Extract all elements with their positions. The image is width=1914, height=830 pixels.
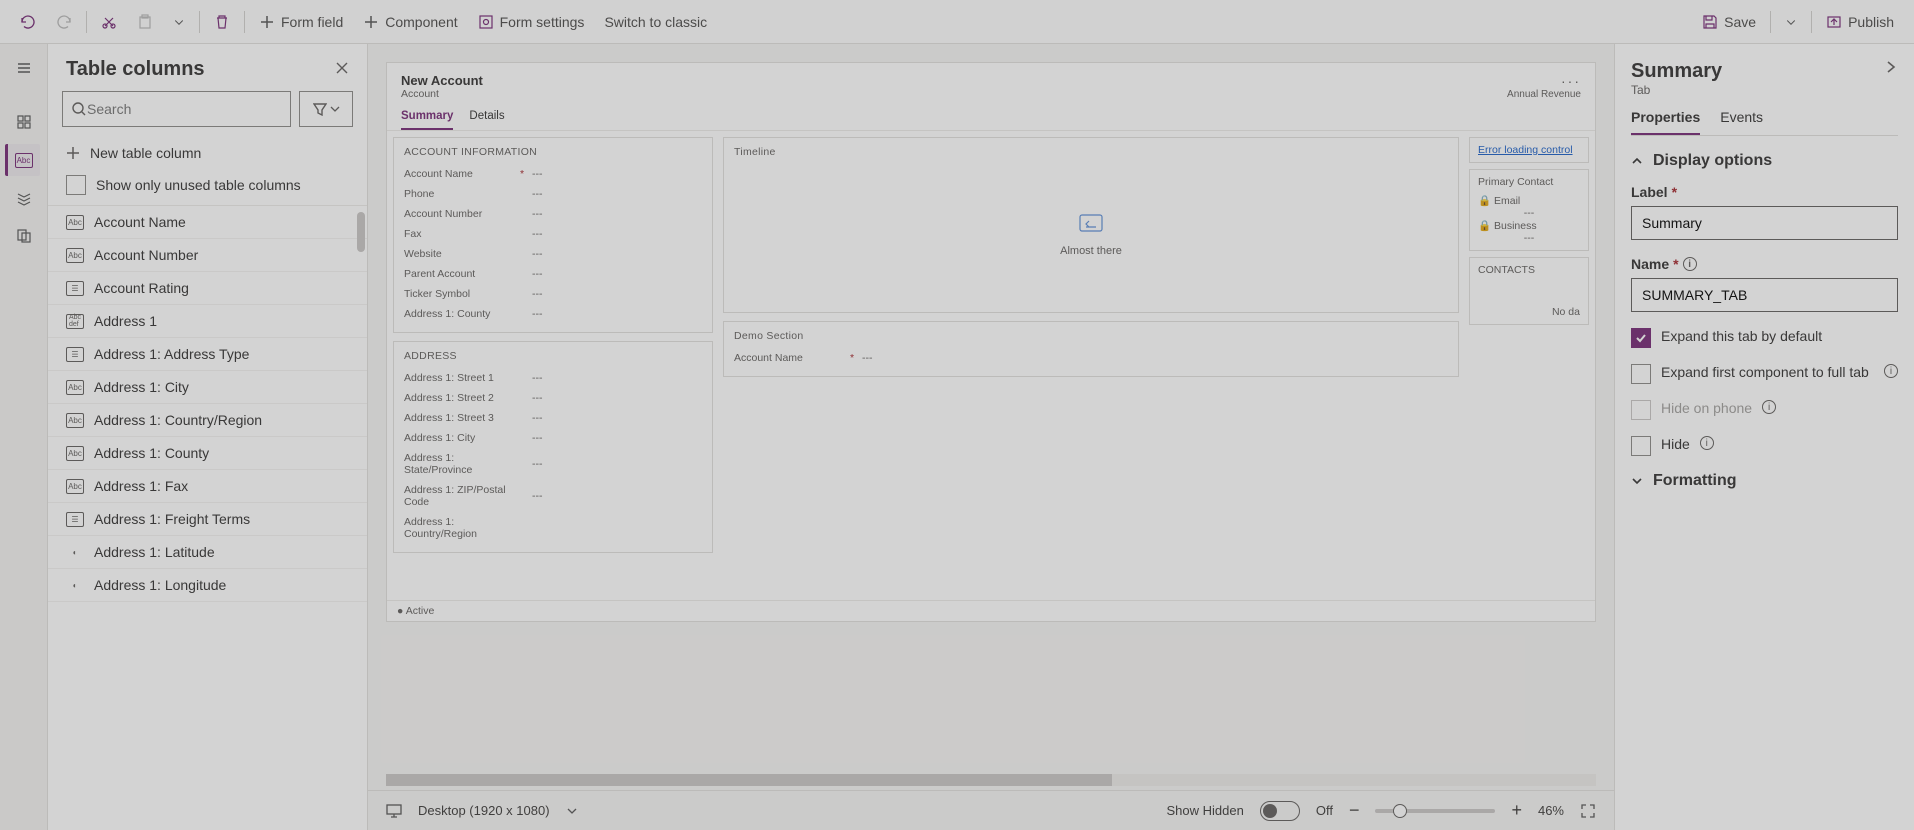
- publish-button[interactable]: Publish: [1816, 8, 1904, 36]
- tab-events[interactable]: Events: [1720, 109, 1763, 135]
- section-address[interactable]: ADDRESS Address 1: Street 1---Address 1:…: [393, 341, 713, 553]
- header-stat: Annual Revenue: [1507, 89, 1581, 100]
- name-input[interactable]: [1631, 278, 1898, 312]
- column-item[interactable]: AbcAccount Number: [48, 239, 367, 272]
- formatting-header[interactable]: Formatting: [1631, 472, 1898, 490]
- expand-full-checkbox[interactable]: Expand first component to full tab i: [1631, 364, 1898, 384]
- column-item[interactable]: ☰Address 1: Address Type: [48, 338, 367, 371]
- left-rail: Abc: [0, 44, 48, 830]
- add-component-button[interactable]: Component: [353, 8, 467, 36]
- filter-icon: [313, 102, 327, 116]
- monitor-icon: [386, 804, 402, 818]
- zoom-value: 46%: [1538, 803, 1564, 818]
- fit-icon[interactable]: [1580, 803, 1596, 819]
- label-input[interactable]: [1631, 206, 1898, 240]
- paste-button[interactable]: [127, 8, 163, 36]
- table-columns-pane: Table columns New table column Show only…: [48, 44, 368, 830]
- column-item[interactable]: AbcAddress 1: County: [48, 437, 367, 470]
- search-icon: [71, 101, 87, 117]
- switch-classic-button[interactable]: Switch to classic: [594, 8, 717, 36]
- canvas-footer: Desktop (1920 x 1080) Show Hidden Off − …: [368, 790, 1614, 830]
- primary-contact-card[interactable]: Primary Contact 🔒 Email --- 🔒 Business -…: [1469, 169, 1589, 251]
- section-account-info[interactable]: ACCOUNT INFORMATION Account Name*---Phon…: [393, 137, 713, 333]
- save-button[interactable]: Save: [1692, 8, 1766, 36]
- components-rail-button[interactable]: [8, 106, 40, 138]
- column-item[interactable]: AbcAddress 1: City: [48, 371, 367, 404]
- unused-only-checkbox[interactable]: Show only unused table columns: [48, 169, 367, 205]
- form-title: New Account: [401, 73, 483, 88]
- tab-properties[interactable]: Properties: [1631, 109, 1700, 135]
- timeline-icon: [1076, 211, 1106, 235]
- form-canvas: New Account Account ··· Annual Revenue S…: [368, 44, 1614, 830]
- close-icon[interactable]: [335, 61, 349, 78]
- zoom-in-button[interactable]: +: [1511, 800, 1522, 821]
- pane-title: Table columns: [66, 58, 205, 81]
- canvas-h-scrollbar[interactable]: [386, 774, 1596, 786]
- zoom-slider[interactable]: [1375, 809, 1495, 813]
- section-demo[interactable]: Demo Section Account Name*---: [723, 321, 1459, 377]
- display-options-header[interactable]: Display options: [1631, 152, 1898, 170]
- error-card[interactable]: Error loading control: [1469, 137, 1589, 163]
- properties-pane: Summary Tab Properties Events Display op…: [1614, 44, 1914, 830]
- column-item[interactable]: AbcAddress 1: Country/Region: [48, 404, 367, 437]
- undo-button[interactable]: [10, 8, 46, 36]
- chevron-down-icon[interactable]: [566, 805, 578, 817]
- chevron-up-icon: [1631, 155, 1643, 167]
- columns-rail-button[interactable]: Abc: [5, 144, 40, 176]
- column-item[interactable]: ☰Address 1: Freight Terms: [48, 503, 367, 536]
- tree-rail-button[interactable]: [8, 182, 40, 214]
- form-entity: Account: [401, 88, 483, 100]
- column-item[interactable]: AbcdefAddress 1: [48, 305, 367, 338]
- chevron-down-icon: [1631, 475, 1643, 487]
- tab-details[interactable]: Details: [469, 110, 504, 130]
- properties-title: Summary: [1631, 60, 1722, 82]
- hamburger-icon[interactable]: [8, 52, 40, 84]
- paste-chevron[interactable]: [163, 8, 195, 36]
- zoom-out-button[interactable]: −: [1349, 800, 1360, 821]
- hide-on-phone-checkbox: Hide on phone i: [1631, 400, 1898, 420]
- column-item[interactable]: AbcAddress 1: Fax: [48, 470, 367, 503]
- form-settings-button[interactable]: Form settings: [468, 8, 595, 36]
- column-item[interactable]: AbcAccount Name: [48, 206, 367, 239]
- search-input[interactable]: [62, 91, 291, 127]
- viewport-label[interactable]: Desktop (1920 x 1080): [418, 803, 550, 818]
- chevron-down-icon: [330, 104, 340, 114]
- column-item[interactable]: ◐Address 1: Longitude: [48, 569, 367, 602]
- save-chevron[interactable]: [1775, 8, 1807, 36]
- section-timeline[interactable]: Timeline Almost there: [723, 137, 1459, 313]
- filter-button[interactable]: [299, 91, 353, 127]
- info-icon[interactable]: i: [1762, 400, 1776, 414]
- cut-button[interactable]: [91, 8, 127, 36]
- delete-button[interactable]: [204, 8, 240, 36]
- contacts-card[interactable]: CONTACTS No da: [1469, 257, 1589, 325]
- form-libs-rail-button[interactable]: [8, 220, 40, 252]
- column-list: AbcAccount NameAbcAccount Number☰Account…: [48, 205, 367, 830]
- form-surface[interactable]: New Account Account ··· Annual Revenue S…: [386, 62, 1596, 622]
- scrollbar-thumb[interactable]: [357, 212, 365, 252]
- redo-button[interactable]: [46, 8, 82, 36]
- info-icon[interactable]: i: [1884, 364, 1898, 378]
- column-item[interactable]: ◐Address 1: Latitude: [48, 536, 367, 569]
- expand-default-checkbox[interactable]: Expand this tab by default: [1631, 328, 1898, 348]
- info-icon[interactable]: i: [1700, 436, 1714, 450]
- command-bar: Form field Component Form settings Switc…: [0, 0, 1914, 44]
- show-hidden-toggle[interactable]: [1260, 801, 1300, 821]
- new-table-column-button[interactable]: New table column: [48, 137, 367, 169]
- info-icon[interactable]: i: [1683, 257, 1697, 271]
- column-item[interactable]: ☰Account Rating: [48, 272, 367, 305]
- add-form-field-button[interactable]: Form field: [249, 8, 353, 36]
- chevron-right-icon[interactable]: [1884, 60, 1898, 77]
- hide-checkbox[interactable]: Hide i: [1631, 436, 1898, 456]
- tab-summary[interactable]: Summary: [401, 110, 453, 130]
